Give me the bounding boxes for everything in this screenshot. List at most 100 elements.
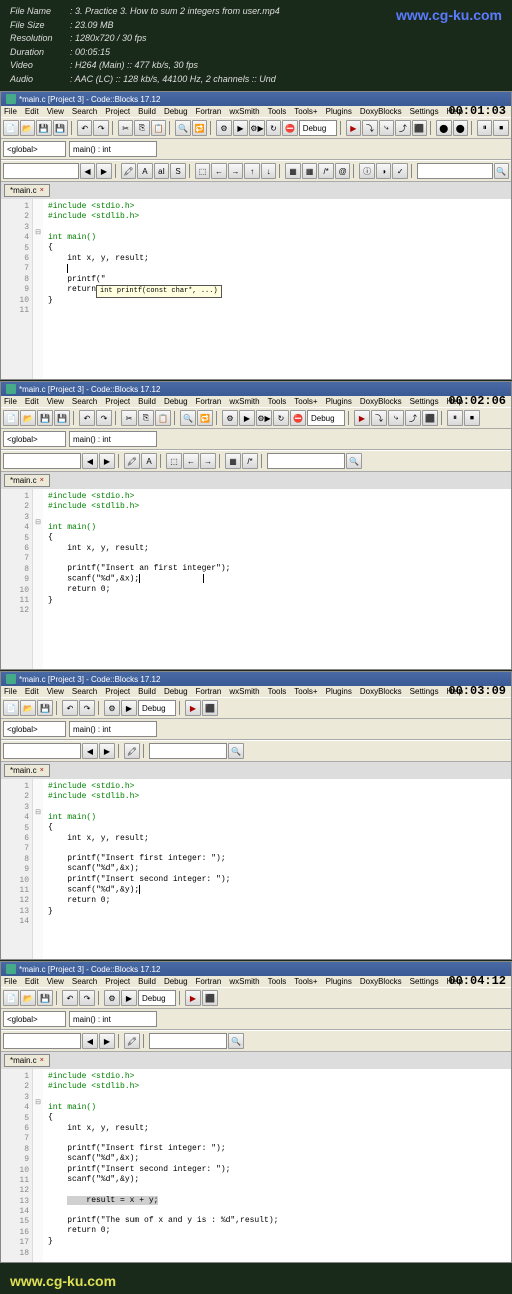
fold-column[interactable]: ⊟	[33, 199, 43, 379]
prev-mark-icon[interactable]: ◀	[80, 163, 96, 179]
menu-view[interactable]: View	[47, 107, 64, 116]
run-icon[interactable]: ▶	[121, 990, 137, 1006]
menu-edit[interactable]: Edit	[25, 977, 39, 986]
debug-next-icon[interactable]: ⤵	[362, 120, 378, 136]
build-target-dropdown[interactable]: Debug	[307, 410, 345, 426]
menu-edit[interactable]: Edit	[25, 107, 39, 116]
back-icon[interactable]: ←	[183, 453, 199, 469]
debug-step-icon[interactable]: ⤷	[379, 120, 395, 136]
next-mark-icon[interactable]: ▶	[99, 743, 115, 759]
debug-stop-icon[interactable]: ⬛	[202, 700, 218, 716]
menu-settings[interactable]: Settings	[410, 397, 439, 406]
fold-column[interactable]: ⊟	[33, 1069, 43, 1262]
prev-mark-icon[interactable]: ◀	[82, 1033, 98, 1049]
cut-icon[interactable]: ✂	[118, 120, 134, 136]
menu-debug[interactable]: Debug	[164, 107, 188, 116]
run-icon[interactable]: ▶	[233, 120, 249, 136]
code-area[interactable]: #include <stdio.h> #include <stdlib.h> i…	[43, 1069, 511, 1262]
menu-project[interactable]: Project	[105, 397, 130, 406]
titlebar[interactable]: *main.c [Project 3] - Code::Blocks 17.12	[1, 962, 511, 976]
menu-plugins[interactable]: Plugins	[326, 107, 352, 116]
menu-plugins[interactable]: Plugins	[326, 977, 352, 986]
menu-build[interactable]: Build	[138, 977, 156, 986]
save-icon[interactable]: 💾	[37, 700, 53, 716]
menu-search[interactable]: Search	[72, 397, 97, 406]
find-icon[interactable]: 🔍	[175, 120, 191, 136]
highlight-icon[interactable]: 🖍	[124, 1033, 140, 1049]
debug-start-icon[interactable]: ▶	[185, 990, 201, 1006]
menu-debug[interactable]: Debug	[164, 977, 188, 986]
tab-mainc[interactable]: *main.c×	[4, 764, 50, 777]
build-icon[interactable]: ⚙	[222, 410, 238, 426]
abort-icon[interactable]: ⛔	[282, 120, 298, 136]
tab-mainc[interactable]: *main.c×	[4, 184, 50, 197]
menu-toolsplus[interactable]: Tools+	[294, 977, 317, 986]
scope-global-dropdown[interactable]: <global>	[3, 1011, 66, 1027]
menu-toolsplus[interactable]: Tools+	[294, 687, 317, 696]
redo-icon[interactable]: ↷	[93, 120, 109, 136]
redo-icon[interactable]: ↷	[96, 410, 112, 426]
new-file-icon[interactable]: 📄	[3, 120, 19, 136]
search2-icon[interactable]: 🔍	[228, 743, 244, 759]
doxy4-icon[interactable]: @	[335, 163, 351, 179]
close-icon[interactable]: ×	[40, 477, 44, 484]
code-editor[interactable]: 1234567891011121314 ⊟ #include <stdio.h>…	[1, 779, 511, 959]
build-target-dropdown[interactable]: Debug	[138, 990, 176, 1006]
menu-file[interactable]: File	[4, 397, 17, 406]
goto-dropdown[interactable]	[3, 453, 81, 469]
scope-global-dropdown[interactable]: <global>	[3, 721, 66, 737]
menu-wxsmith[interactable]: wxSmith	[229, 687, 259, 696]
menu-tools[interactable]: Tools	[268, 107, 287, 116]
next-mark-icon[interactable]: ▶	[99, 1033, 115, 1049]
menu-doxyblocks[interactable]: DoxyBlocks	[360, 107, 402, 116]
menu-build[interactable]: Build	[138, 107, 156, 116]
new-file-icon[interactable]: 📄	[3, 410, 19, 426]
goto-dropdown[interactable]	[3, 163, 79, 179]
copy-icon[interactable]: ⎘	[138, 410, 154, 426]
menu-project[interactable]: Project	[105, 687, 130, 696]
menu-toolsplus[interactable]: Tools+	[294, 107, 317, 116]
tool-icon[interactable]: ⬤	[436, 120, 452, 136]
menu-view[interactable]: View	[47, 397, 64, 406]
save-icon[interactable]: 💾	[37, 990, 53, 1006]
search2-icon[interactable]: 🔍	[494, 163, 510, 179]
menu-tools[interactable]: Tools	[268, 977, 287, 986]
scope-func-dropdown[interactable]: main() : int	[69, 141, 157, 157]
menu-doxyblocks[interactable]: DoxyBlocks	[360, 977, 402, 986]
debug-stop-icon[interactable]: ⬛	[412, 120, 428, 136]
debug-start-icon[interactable]: ▶	[346, 120, 362, 136]
replace-icon[interactable]: 🔁	[192, 120, 208, 136]
stop-icon[interactable]: ⏹	[493, 120, 509, 136]
new-file-icon[interactable]: 📄	[3, 990, 19, 1006]
highlight-icon[interactable]: 🖍	[124, 453, 140, 469]
debug-stop-icon[interactable]: ⬛	[202, 990, 218, 1006]
goto-dropdown[interactable]	[3, 1033, 81, 1049]
open-icon[interactable]: 📂	[20, 120, 36, 136]
menu-tools[interactable]: Tools	[268, 397, 287, 406]
menu-project[interactable]: Project	[105, 107, 130, 116]
save-icon[interactable]: 💾	[36, 120, 52, 136]
new-file-icon[interactable]: 📄	[3, 700, 19, 716]
code-area[interactable]: #include <stdio.h> #include <stdlib.h> i…	[43, 489, 511, 669]
goto-dropdown[interactable]	[3, 743, 81, 759]
up-icon[interactable]: ↑	[244, 163, 260, 179]
menu-file[interactable]: File	[4, 107, 17, 116]
pause-icon[interactable]: ⏸	[477, 120, 493, 136]
save-icon[interactable]: 💾	[37, 410, 53, 426]
build-icon[interactable]: ⚙	[104, 700, 120, 716]
menubar[interactable]: FileEditViewSearchProjectBuildDebugFortr…	[1, 686, 511, 697]
menu-settings[interactable]: Settings	[410, 687, 439, 696]
block-icon[interactable]: ⬚	[195, 163, 211, 179]
a-icon[interactable]: A	[137, 163, 153, 179]
undo-icon[interactable]: ↶	[62, 700, 78, 716]
menu-settings[interactable]: Settings	[410, 107, 439, 116]
debug-out-icon[interactable]: ⤴	[395, 120, 411, 136]
build-target-dropdown[interactable]: Debug	[299, 120, 337, 136]
run-icon[interactable]: ▶	[121, 700, 137, 716]
menu-wxsmith[interactable]: wxSmith	[229, 977, 259, 986]
cut-icon[interactable]: ✂	[121, 410, 137, 426]
tab-mainc[interactable]: *main.c×	[4, 1054, 50, 1067]
redo-icon[interactable]: ↷	[79, 990, 95, 1006]
menubar[interactable]: FileEditViewSearchProjectBuildDebugFortr…	[1, 106, 511, 117]
build-run-icon[interactable]: ⚙▶	[249, 120, 265, 136]
